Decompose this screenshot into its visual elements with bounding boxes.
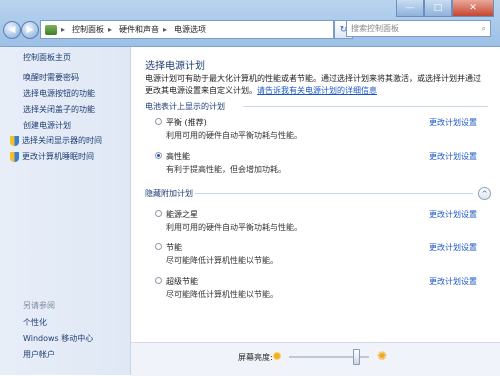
section-divider — [195, 193, 473, 194]
plan-description: 尽可能降低计算机性能以节能。 — [166, 290, 278, 299]
shield-icon — [10, 151, 19, 162]
sidebar-item-home[interactable]: 控制面板主页 — [23, 52, 71, 63]
change-plan-settings-link[interactable]: 更改计划设置 — [429, 117, 477, 128]
plan-radio[interactable] — [155, 243, 162, 250]
plan-name: 超级节能 — [166, 277, 198, 286]
plan-description: 有利于提高性能，但会增加功耗。 — [166, 165, 286, 174]
section-title-shown-plans: 电池表计上显示的计划 — [145, 102, 225, 111]
search-icon[interactable]: ⌕ — [482, 24, 486, 34]
plan-radio[interactable] — [155, 210, 162, 217]
plan-description: 尽可能降低计算机性能以节能。 — [166, 256, 278, 265]
page-title: 选择电源计划 — [145, 61, 205, 72]
back-button[interactable]: ◀ — [3, 21, 21, 39]
sun-large-icon: ✺ — [377, 349, 388, 363]
forward-button[interactable]: ▶ — [21, 21, 39, 39]
plan-name: 高性能 — [166, 152, 190, 161]
section-title-hidden-plans[interactable]: 隐藏附加计划 — [145, 188, 193, 199]
window-controls: — □ ✕ — [396, 0, 494, 17]
breadcrumb-separator: ▸ — [163, 25, 168, 34]
breadcrumb-hardware-sound[interactable]: 硬件和声音 — [119, 24, 159, 35]
plan-radio-selected[interactable] — [155, 152, 162, 159]
change-plan-settings-link[interactable]: 更改计划设置 — [429, 242, 477, 253]
control-panel-icon — [45, 24, 57, 35]
close-button[interactable]: ✕ — [452, 0, 494, 17]
plan-name: 平衡 (推荐) — [166, 118, 207, 127]
brightness-label: 屏幕亮度: — [238, 353, 273, 362]
section-divider — [243, 106, 488, 107]
power-plan-help-link[interactable]: 请告诉我有关电源计划的详细信息 — [257, 86, 377, 95]
address-bar[interactable]: ▸ 控制面板 ▸ 硬件和声音 ▸ 电源选项 — [40, 20, 334, 39]
sidebar-item-user-accounts[interactable]: 用户帐户 — [23, 349, 55, 360]
see-also-title: 另请参阅 — [23, 301, 55, 310]
breadcrumb-separator: ▸ — [108, 25, 113, 34]
change-plan-settings-link[interactable]: 更改计划设置 — [429, 209, 477, 220]
sidebar: 控制面板主页 唤醒时需要密码 选择电源按钮的功能 选择关闭盖子的功能 创建电源计… — [0, 47, 131, 375]
plan-description: 利用可用的硬件自动平衡功耗与性能。 — [166, 131, 302, 140]
plan-radio[interactable] — [155, 277, 162, 284]
brightness-slider-thumb[interactable] — [353, 349, 360, 365]
sidebar-item-power-button[interactable]: 选择电源按钮的功能 — [23, 88, 95, 99]
sidebar-item-sleep-time[interactable]: 更改计算机睡眠时间 — [10, 151, 94, 162]
breadcrumb-separator: ▸ — [61, 25, 66, 34]
breadcrumb-control-panel[interactable]: 控制面板 — [72, 24, 104, 35]
sidebar-item-personalization[interactable]: 个性化 — [23, 317, 47, 328]
plan-description: 利用可用的硬件自动平衡功耗与性能。 — [166, 223, 302, 232]
page-description: 电源计划可有助于最大化计算机的性能或者节能。通过选择计划来将其激活，或选择计划并… — [145, 73, 485, 97]
plan-radio[interactable] — [155, 118, 162, 125]
plan-name: 节能 — [166, 243, 182, 252]
plan-name: 能源之星 — [166, 210, 198, 219]
collapse-icon[interactable]: ^ — [478, 187, 491, 200]
breadcrumb-power-options[interactable]: 电源选项 — [174, 24, 206, 35]
brightness-bar: 屏幕亮度: ✺ — [131, 342, 500, 376]
title-bar: — □ ✕ ◀ ▶ ▸ 控制面板 ▸ 硬件和声音 ▸ 电源选项 ↻ 搜索控制面板… — [0, 0, 500, 47]
search-placeholder: 搜索控制面板 — [351, 24, 399, 33]
sidebar-item-lid[interactable]: 选择关闭盖子的功能 — [23, 104, 95, 115]
sidebar-item-label: 更改计算机睡眠时间 — [22, 152, 94, 161]
sidebar-item-mobility-center[interactable]: Windows 移动中心 — [23, 333, 93, 344]
change-plan-settings-link[interactable]: 更改计划设置 — [429, 276, 477, 287]
search-input[interactable]: 搜索控制面板 ⌕ — [346, 20, 491, 37]
change-plan-settings-link[interactable]: 更改计划设置 — [429, 151, 477, 162]
sidebar-item-display-off[interactable]: 选择关闭显示器的时间 — [10, 135, 102, 146]
main-content: 选择电源计划 电源计划可有助于最大化计算机的性能或者节能。通过选择计划来将其激活… — [131, 47, 500, 342]
sidebar-item-wake-password[interactable]: 唤醒时需要密码 — [23, 72, 79, 83]
sidebar-item-label: 选择关闭显示器的时间 — [22, 136, 102, 145]
shield-icon — [10, 135, 19, 146]
maximize-button[interactable]: □ — [424, 0, 452, 17]
sidebar-item-create-plan[interactable]: 创建电源计划 — [23, 120, 71, 131]
minimize-button[interactable]: — — [396, 0, 424, 17]
sun-small-icon — [274, 353, 280, 359]
